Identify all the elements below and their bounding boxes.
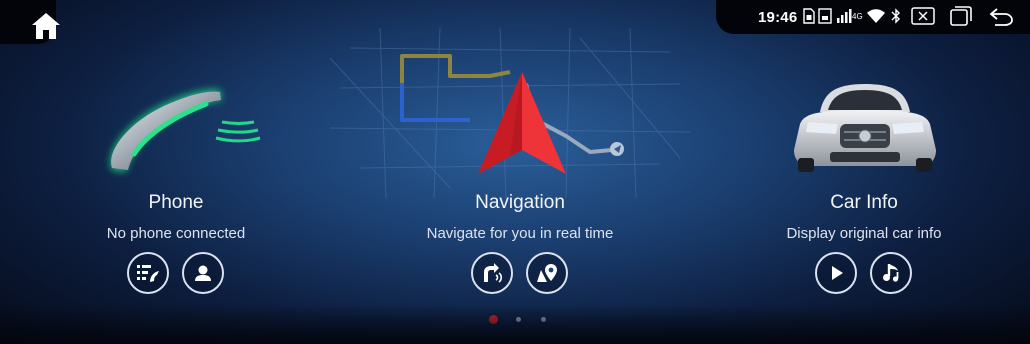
map-location-button[interactable]: [526, 252, 568, 294]
back-icon[interactable]: [989, 6, 1015, 26]
voice-route-button[interactable]: [471, 252, 513, 294]
navigation-arrow-graphic: [478, 72, 566, 174]
home-screen: Phone No phone connected Navigation Navi…: [0, 0, 1030, 344]
car-info-subtitle: Display original car info: [786, 225, 942, 242]
phone-handset-graphic: [110, 89, 261, 172]
music-button[interactable]: [870, 252, 912, 294]
contacts-icon: [195, 265, 211, 281]
contacts-button[interactable]: [182, 252, 224, 294]
bluetooth-icon: [891, 8, 900, 24]
voice-route-icon: [484, 263, 503, 283]
navigation-subtitle: Navigate for you in real time: [426, 225, 614, 242]
recent-apps-icon[interactable]: [950, 6, 972, 26]
wifi-icon: [867, 9, 885, 23]
clock: 19:46: [758, 8, 798, 26]
car-info-title[interactable]: Car Info: [714, 192, 1014, 214]
map-location-icon: [537, 264, 557, 282]
car-front-graphic: [794, 84, 936, 172]
call-log-icon: [137, 265, 159, 282]
network-type: 4G: [852, 11, 863, 21]
close-apps-icon[interactable]: [911, 7, 935, 25]
call-log-button[interactable]: [127, 252, 169, 294]
screen-mirror-icon: [818, 8, 832, 24]
home-icon[interactable]: [29, 9, 63, 43]
play-button[interactable]: [815, 252, 857, 294]
navigation-title[interactable]: Navigation: [370, 192, 670, 214]
play-icon: [832, 266, 843, 280]
music-icon: [883, 264, 899, 282]
bottom-fade: [0, 304, 1030, 344]
phone-title[interactable]: Phone: [26, 192, 326, 214]
sim-card-icon: [803, 8, 815, 24]
phone-subtitle: No phone connected: [106, 225, 246, 242]
